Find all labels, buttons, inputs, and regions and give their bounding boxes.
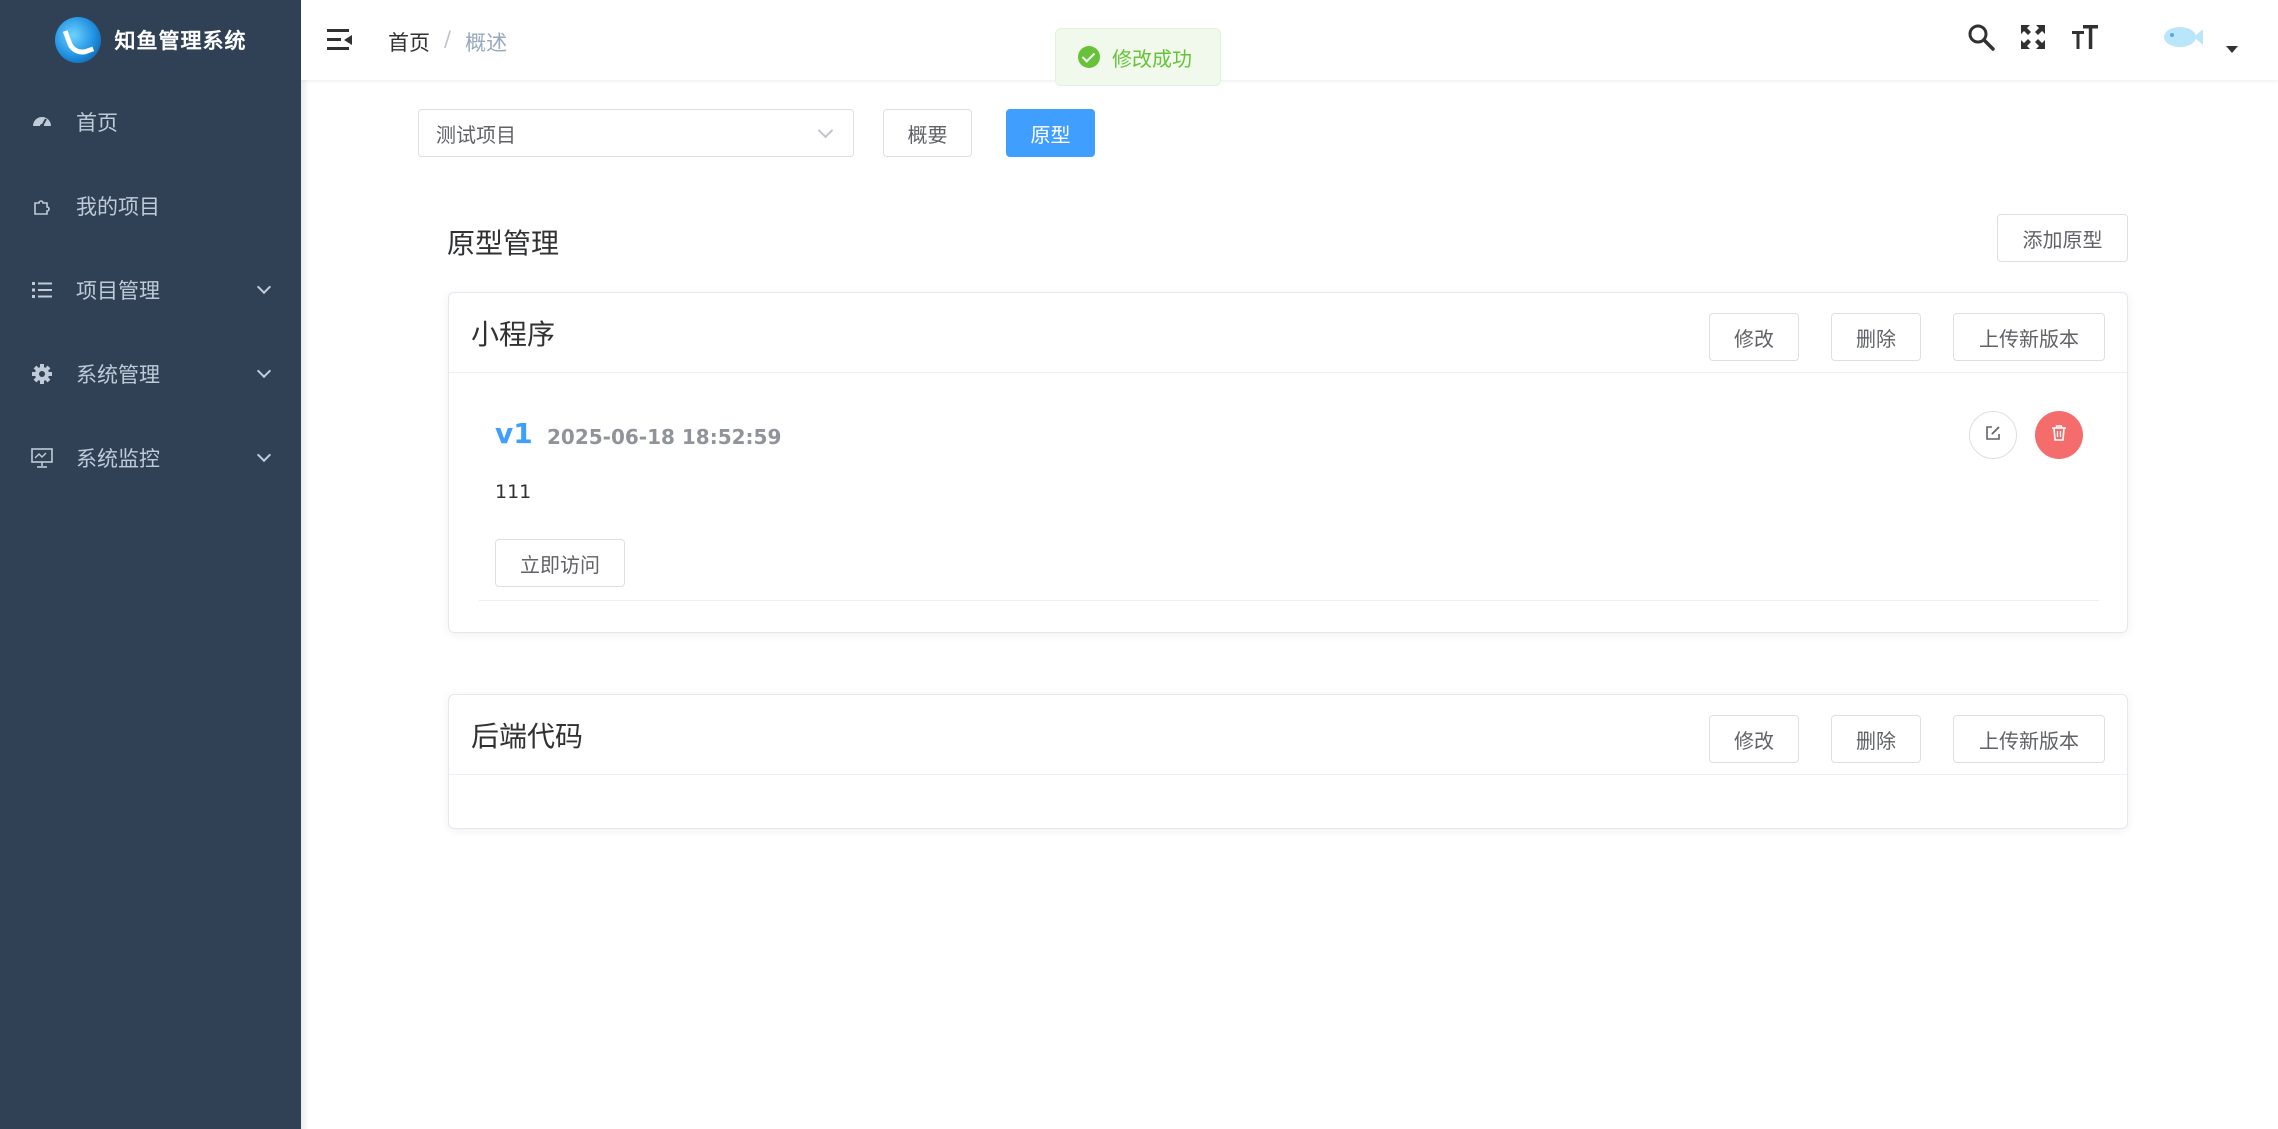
upload-version-button[interactable]: 上传新版本 <box>1953 313 2105 361</box>
search-icon[interactable] <box>1966 22 1996 52</box>
breadcrumb-current: 概述 <box>465 31 508 55</box>
list-icon <box>30 278 54 302</box>
chevron-down-icon <box>256 447 272 463</box>
edit-button[interactable]: 修改 <box>1709 715 1799 763</box>
sidebar-item-system-monitor[interactable]: 系统监控 <box>0 416 301 500</box>
check-circle-icon <box>1078 46 1100 68</box>
toast-message: 修改成功 <box>1112 46 1192 71</box>
sidebar-shadow <box>301 0 309 1129</box>
card-header: 小程序 修改 删除 上传新版本 <box>449 293 2127 373</box>
breadcrumb-home[interactable]: 首页 <box>388 27 430 57</box>
edit-icon <box>1984 424 2002 446</box>
overview-button[interactable]: 概要 <box>883 109 972 157</box>
caret-down-icon[interactable] <box>2226 46 2238 53</box>
hamburger-icon[interactable] <box>327 29 353 51</box>
project-select[interactable]: 测试项目 <box>418 109 854 157</box>
gear-icon <box>30 362 54 386</box>
add-prototype-button[interactable]: 添加原型 <box>1997 214 2128 262</box>
chevron-down-icon <box>256 363 272 379</box>
navbar: 首页 / 概述 <box>301 0 2278 80</box>
visit-button[interactable]: 立即访问 <box>495 539 625 587</box>
version-number: v1 <box>495 417 533 450</box>
sidebar-item-label: 我的项目 <box>76 195 160 219</box>
delete-version-button[interactable] <box>2035 411 2083 459</box>
chevron-down-icon <box>817 122 834 139</box>
version-item: v1 2025-06-18 18:52:59 111 立即访问 <box>479 373 2099 601</box>
app-name: 知鱼管理系统 <box>114 29 247 53</box>
fish-logo-icon <box>54 17 101 63</box>
monitor-icon <box>30 446 54 470</box>
sidebar-item-label: 首页 <box>76 111 118 135</box>
puzzle-icon <box>30 194 54 218</box>
sidebar-item-label: 系统监控 <box>76 447 160 471</box>
sidebar-item-my-projects[interactable]: 我的项目 <box>0 164 301 248</box>
font-size-icon[interactable] <box>2070 22 2100 52</box>
edit-button[interactable]: 修改 <box>1709 313 1799 361</box>
sidebar-item-system-management[interactable]: 系统管理 <box>0 332 301 416</box>
card-title: 后端代码 <box>471 720 584 753</box>
sidebar: 知鱼管理系统 首页 我的项目 项目管理 系统管理 系统监控 <box>0 0 301 1129</box>
card-header: 后端代码 修改 删除 上传新版本 <box>449 695 2127 775</box>
edit-version-button[interactable] <box>1969 411 2017 459</box>
upload-version-button[interactable]: 上传新版本 <box>1953 715 2105 763</box>
dashboard-icon <box>30 110 54 134</box>
delete-button[interactable]: 删除 <box>1831 313 1921 361</box>
prototype-card: 后端代码 修改 删除 上传新版本 <box>448 694 2128 829</box>
fullscreen-icon[interactable] <box>2018 22 2048 52</box>
trash-icon <box>2050 424 2068 446</box>
delete-button[interactable]: 删除 <box>1831 715 1921 763</box>
prototype-card: 小程序 修改 删除 上传新版本 v1 2025-06-18 18:52:59 1… <box>448 292 2128 633</box>
prototype-button[interactable]: 原型 <box>1006 109 1095 157</box>
card-title: 小程序 <box>471 318 556 351</box>
sidebar-item-label: 系统管理 <box>76 363 160 387</box>
breadcrumb: 首页 / 概述 <box>388 27 507 57</box>
breadcrumb-separator: / <box>444 27 452 51</box>
fish-avatar-icon[interactable] <box>2160 22 2204 52</box>
navbar-actions <box>1966 20 2238 53</box>
logo[interactable]: 知鱼管理系统 <box>0 0 301 80</box>
project-select-value: 测试项目 <box>436 122 516 147</box>
page-title: 原型管理 <box>447 227 560 260</box>
sidebar-item-project-management[interactable]: 项目管理 <box>0 248 301 332</box>
chevron-down-icon <box>256 279 272 295</box>
version-description: 111 <box>495 481 532 503</box>
sidebar-item-label: 项目管理 <box>76 279 160 303</box>
version-timestamp: 2025-06-18 18:52:59 <box>547 425 782 449</box>
success-toast: 修改成功 <box>1055 28 1221 86</box>
sidebar-item-home[interactable]: 首页 <box>0 80 301 164</box>
